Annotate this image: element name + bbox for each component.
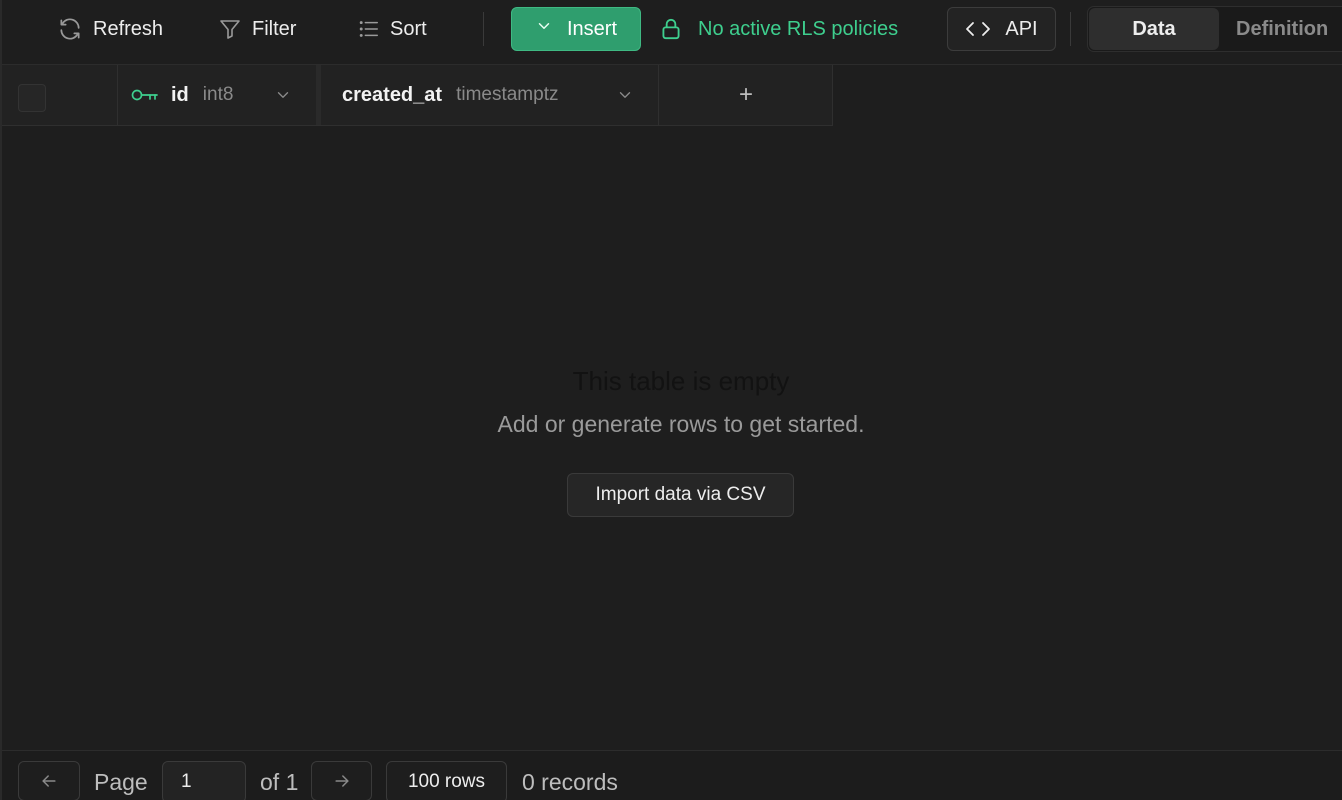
grid-header: id int8 created_at timestamptz + [2,65,833,126]
select-all-checkbox[interactable] [18,84,46,112]
chevron-down-icon[interactable] [616,65,634,125]
page-label: Page [94,768,148,795]
select-all-cell [2,65,118,125]
sort-label: Sort [390,17,427,40]
empty-state: This table is empty Add or generate rows… [2,126,1342,750]
chevron-down-icon[interactable] [274,65,292,125]
toolbar-divider [483,12,484,46]
primary-key-icon [131,87,159,103]
next-page-button[interactable] [311,761,372,800]
column-name: id [171,83,189,106]
toolbar: Refresh Filter Sort Insert No active RLS… [2,0,1342,58]
refresh-icon [57,16,83,42]
toolbar-divider [1070,12,1071,46]
refresh-button[interactable]: Refresh [57,10,163,48]
add-column-button[interactable]: + [659,65,833,125]
previous-page-button[interactable] [18,761,80,800]
records-count: 0 records [522,768,618,795]
table-editor: Refresh Filter Sort Insert No active RLS… [0,0,1342,800]
import-csv-button[interactable]: Import data via CSV [567,473,794,517]
filter-button[interactable]: Filter [218,10,296,48]
arrow-left-icon [39,771,59,791]
insert-label: Insert [566,17,618,40]
insert-button[interactable]: Insert [511,7,641,51]
rls-label: No active RLS policies [698,17,899,40]
column-type: timestamptz [456,84,559,105]
column-name: created_at [342,83,443,106]
lock-icon [658,16,684,42]
column-type: int8 [202,84,234,105]
api-label: API [1005,17,1038,40]
filter-label: Filter [252,17,297,40]
filter-icon [218,17,242,41]
api-button[interactable]: API [947,7,1056,51]
rows-per-page-button[interactable]: 100 rows [386,761,507,800]
code-icon [965,18,991,40]
arrow-right-icon [332,771,352,791]
chevron-down-icon [535,17,553,41]
view-toggle: Data Definition [1087,6,1342,52]
pagination-footer: Page of 1 100 rows 0 records [2,750,1342,800]
column-header-id[interactable]: id int8 [118,65,321,125]
rls-policies-link[interactable]: No active RLS policies [658,10,898,48]
plus-icon: + [738,81,753,108]
sort-button[interactable]: Sort [358,10,427,48]
sort-list-icon [358,18,380,40]
empty-state-title: This table is empty [572,366,790,396]
page-count-label: of 1 [260,768,299,795]
refresh-label: Refresh [93,17,164,40]
tab-data[interactable]: Data [1089,8,1219,50]
column-header-created-at[interactable]: created_at timestamptz [326,65,659,125]
page-number-input[interactable] [162,761,246,800]
tab-definition[interactable]: Definition [1236,8,1328,50]
empty-state-subtitle: Add or generate rows to get started. [497,411,865,437]
